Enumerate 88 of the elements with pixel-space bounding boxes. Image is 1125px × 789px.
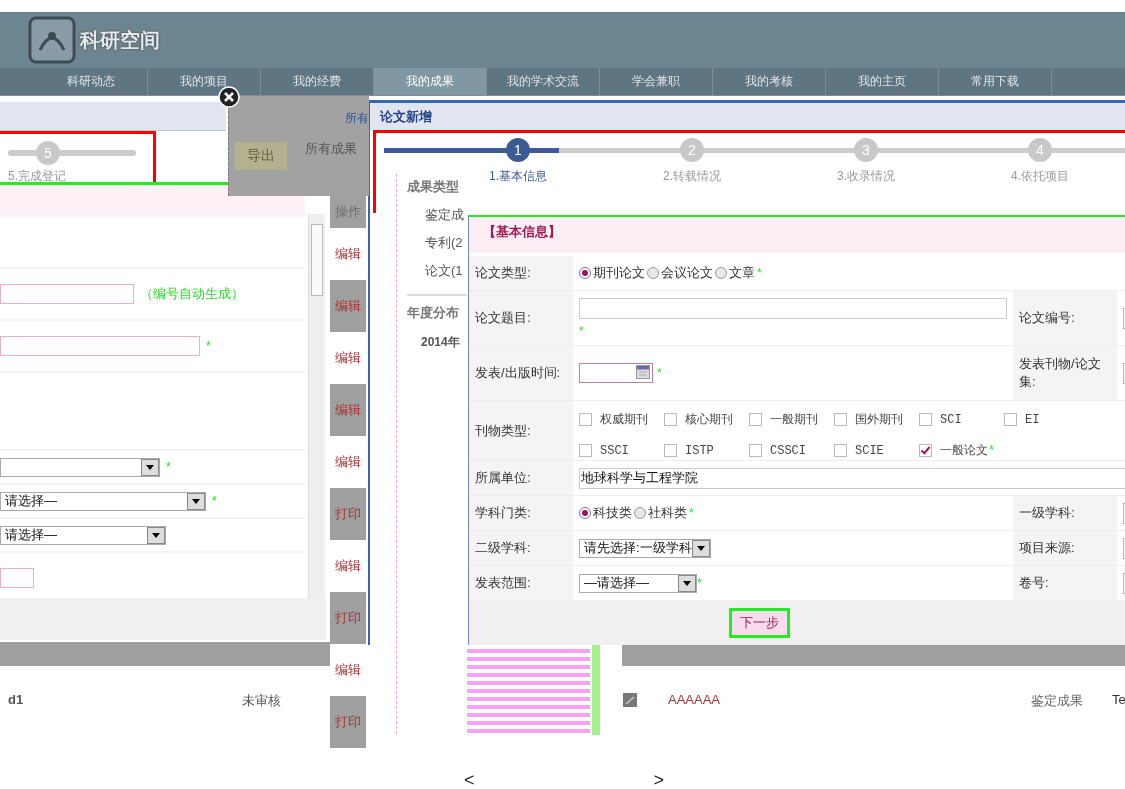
nav-tab[interactable]: 常用下载 [939,68,1052,95]
required-mark: * [697,576,702,590]
date-field[interactable] [579,363,653,383]
step-label: 1.基本信息 [489,168,547,185]
action-link[interactable]: 编辑 [335,557,361,575]
field-label: 发表刊物/论文集: [1013,346,1117,401]
field-label: 卷号: [1013,566,1117,601]
step-label: 4.依托项目 [1011,168,1069,185]
field-label: 发表/出版时间: [469,346,573,401]
checkbox-option[interactable]: EI [1004,411,1089,428]
sidebar-item[interactable]: 论文(1 [425,262,467,280]
step-label: 5.完成登记 [8,168,66,185]
field-label: 所属单位: [469,461,573,496]
step-label: 2.转载情况 [663,168,721,185]
calendar-icon[interactable] [636,364,650,382]
sidebar-title: 成果类型 [407,178,460,196]
table-cell: d1 [8,692,24,707]
hint-text: （编号自动生成） [140,285,244,303]
required-mark: * [579,324,585,339]
action-link[interactable]: 编辑 [335,245,361,263]
step-label: 3.收录情况 [837,168,895,185]
step-circle[interactable]: 1 [506,138,530,162]
logo-text: 科研空间 [80,27,160,53]
action-link[interactable]: 编辑 [335,349,361,367]
radio-option[interactable]: 文章 [715,264,755,282]
input-field[interactable]: 地球科学与工程学院 [579,467,1125,489]
dialog-title: 论文新增 [370,103,1125,130]
required-mark: * [206,339,211,353]
select-field[interactable] [0,457,160,477]
required-mark: * [689,506,694,520]
scrollbar[interactable] [308,214,325,598]
checkbox-option[interactable]: SCI [919,411,1004,428]
input-field[interactable] [0,568,34,588]
logo-icon [28,16,76,64]
select-field[interactable]: —请选择— [579,573,697,593]
input-field[interactable] [0,336,200,356]
radio-option[interactable]: 期刊论文 [579,264,645,282]
next-button[interactable]: 下一步 [728,608,790,638]
checkbox-option[interactable]: SCIE [834,442,919,459]
action-link[interactable]: 编辑 [335,661,361,679]
image-icon [623,693,637,707]
field-label: 刊物类型: [469,401,573,461]
checkbox-option[interactable]: 核心期刊 [664,411,749,428]
table-cell: 未审核 [242,692,281,710]
table-cell: 鉴定成果 [1031,692,1083,710]
checkbox-option[interactable]: 权威期刊 [579,411,664,428]
section-header: 【基本信息】 [469,217,1125,253]
required-mark: * [757,266,762,280]
sidebar-item[interactable]: 鉴定成 [425,206,467,224]
checkbox-option[interactable]: CSSCI [749,442,834,459]
checkbox-option[interactable]: SSCI [579,442,664,459]
select-field[interactable]: 请选择— [0,491,206,511]
nav-tab[interactable]: 我的主页 [826,68,939,95]
select-field[interactable]: 请选择— [0,525,166,545]
previous-page-link[interactable]: < [464,770,475,789]
field-label: 学科门类: [469,496,573,531]
field-label: 二级学科: [469,531,573,566]
checkbox-option[interactable]: ISTP [664,442,749,459]
field-label: 论文题目: [469,291,573,346]
checkbox-option[interactable]: 国外期刊 [834,411,919,428]
input-field[interactable] [0,284,134,304]
field-label: 发表范围: [469,566,573,601]
select-field[interactable]: 请先选择:一级学科 [579,538,711,558]
field-label: 一级学科: [1013,496,1117,531]
sidebar-item[interactable]: 专利(2 [425,234,467,252]
radio-option[interactable]: 社科类 [634,504,687,522]
action-link[interactable]: 编辑 [335,453,361,471]
nav-tab[interactable]: 我的学术交流 [487,68,600,95]
checkbox-option[interactable]: 一般期刊 [749,411,834,428]
input-field[interactable] [579,297,1007,319]
field-label: 论文编号: [1013,291,1117,346]
nav-tab[interactable]: 学会兼职 [600,68,713,95]
field-label: 项目来源: [1013,531,1117,566]
required-mark: * [657,366,662,380]
radio-option[interactable]: 科技类 [579,504,632,522]
nav-tab[interactable]: 我的考核 [713,68,826,95]
checkbox-option[interactable]: 一般论文* [919,442,1004,459]
sidebar-item[interactable]: 2014年 [421,334,467,351]
required-mark: * [988,443,996,458]
required-mark: * [212,494,217,508]
field-label: 论文类型: [469,256,573,291]
radio-option[interactable]: 会议论文 [647,264,713,282]
nav-tab[interactable]: 科研动态 [35,68,148,95]
table-cell: Te [1112,692,1125,707]
close-icon[interactable] [218,86,240,108]
next-page-link[interactable]: > [653,770,664,789]
title-link[interactable]: AAAAAA [668,692,721,707]
required-mark: * [166,460,171,474]
